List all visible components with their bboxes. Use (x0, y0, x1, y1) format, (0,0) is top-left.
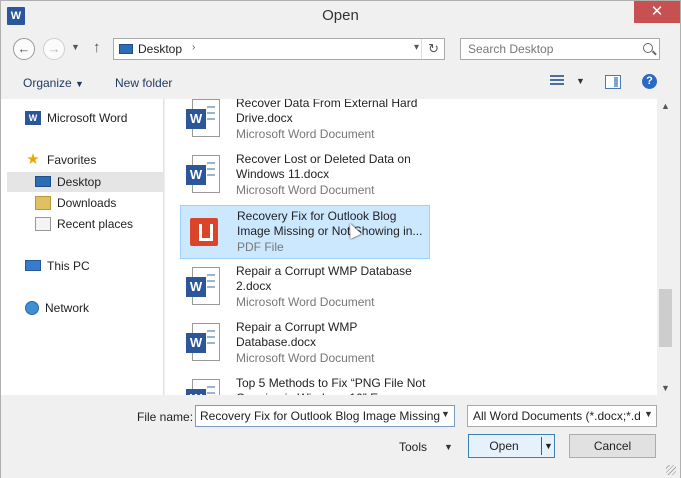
word-document-icon: W (186, 267, 222, 307)
nav-item-label: Network (45, 301, 90, 315)
address-separator (421, 39, 422, 59)
chevron-down-icon: ▼ (75, 79, 84, 89)
help-icon[interactable]: ? (642, 74, 657, 89)
desktop-icon (35, 176, 51, 188)
file-name: Repair a Corrupt WMP Database 2.docx (236, 264, 412, 293)
file-name: Recover Lost or Deleted Data on Windows … (236, 152, 411, 181)
cancel-button[interactable]: Cancel (569, 434, 656, 458)
scroll-down-icon[interactable]: ▼ (661, 383, 670, 393)
word-icon: W (25, 110, 41, 125)
change-view-icon[interactable] (550, 75, 564, 89)
address-bar[interactable]: Desktop › ▾ ↻ (113, 38, 445, 60)
search-input[interactable]: Search Desktop (468, 42, 553, 56)
command-bar: Organize ▼ New folder ▼ ? (1, 67, 680, 99)
view-options-chevron-icon[interactable]: ▼ (576, 76, 585, 86)
title-bar: W Open ✕ (1, 1, 680, 31)
pdf-file-icon (187, 212, 223, 252)
tools-chevron-icon[interactable]: ▼ (444, 442, 453, 452)
nav-item-microsoft-word[interactable]: W Microsoft Word (25, 109, 127, 127)
file-item[interactable]: W Recover Lost or Deleted Data on Window… (180, 149, 430, 203)
file-type: Microsoft Word Document (236, 183, 375, 197)
nav-item-downloads[interactable]: Downloads (35, 194, 116, 212)
open-button[interactable]: Open ▼ (468, 434, 555, 458)
nav-item-label: This PC (47, 259, 90, 273)
nav-item-label: Microsoft Word (47, 111, 128, 125)
address-location[interactable]: Desktop (138, 42, 182, 56)
file-name: Repair a Corrupt WMP Database.docx (236, 320, 358, 349)
chevron-right-icon[interactable]: › (192, 42, 195, 53)
word-document-icon: W (186, 155, 222, 195)
word-document-icon: W (186, 379, 222, 395)
file-name: Recovery Fix for Outlook Blog Image Miss… (237, 209, 423, 238)
address-dropdown-icon[interactable]: ▾ (414, 42, 419, 53)
vertical-scrollbar[interactable]: ▲ ▼ (657, 99, 674, 395)
recent-places-icon (35, 216, 51, 231)
preview-pane-icon[interactable] (605, 75, 621, 89)
downloads-icon (35, 195, 51, 210)
file-item[interactable]: W Recover Data From External Hard Drive.… (180, 99, 430, 147)
file-type: Microsoft Word Document (236, 127, 375, 141)
close-button[interactable]: ✕ (634, 1, 680, 23)
refresh-icon[interactable]: ↻ (428, 41, 439, 57)
star-icon: ★ (26, 150, 40, 168)
organize-button[interactable]: Organize ▼ (23, 76, 84, 90)
file-type: Microsoft Word Document (236, 295, 375, 309)
file-list: W Recover Data From External Hard Drive.… (165, 99, 657, 395)
nav-item-this-pc[interactable]: This PC (25, 257, 90, 275)
nav-item-favorites[interactable]: ★ Favorites (25, 151, 96, 169)
back-button[interactable]: ← (13, 38, 35, 60)
bottom-panel: File name: Recovery Fix for Outlook Blog… (1, 395, 680, 478)
new-folder-button[interactable]: New folder (115, 76, 172, 90)
open-button-divider (541, 437, 542, 455)
open-button-label: Open (489, 439, 519, 453)
file-type: PDF File (237, 240, 284, 254)
resize-grip[interactable] (666, 465, 676, 475)
file-name: Recover Data From External Hard Drive.do… (236, 99, 418, 125)
open-options-chevron-icon[interactable]: ▼ (544, 435, 553, 457)
file-type-select[interactable]: All Word Documents (*.docx;*.d (467, 405, 657, 427)
address-row: ← → ▼ ↑ Desktop › ▾ ↻ Search Desktop (1, 33, 680, 65)
recent-locations-chevron-icon[interactable]: ▼ (71, 42, 80, 52)
nav-item-recent-places[interactable]: Recent places (35, 215, 133, 233)
word-document-icon: W (186, 99, 222, 139)
file-name: Top 5 Methods to Fix “PNG File Not Openi… (236, 376, 426, 395)
file-item[interactable]: W Top 5 Methods to Fix “PNG File Not Ope… (180, 373, 430, 395)
nav-item-label: Downloads (57, 196, 117, 210)
file-item-selected[interactable]: Recovery Fix for Outlook Blog Image Miss… (180, 205, 430, 259)
file-type: Microsoft Word Document (236, 351, 375, 365)
file-name-dropdown-icon[interactable]: ▼ (441, 409, 450, 419)
nav-item-label: Desktop (57, 175, 102, 189)
organize-label: Organize (23, 76, 72, 90)
file-name-input[interactable]: Recovery Fix for Outlook Blog Image Miss… (195, 405, 455, 427)
scroll-up-icon[interactable]: ▲ (661, 101, 670, 111)
forward-button[interactable]: → (43, 38, 65, 60)
window-title: Open (322, 7, 359, 24)
scrollbar-thumb[interactable] (659, 289, 672, 347)
navigation-pane: W Microsoft Word ★ Favorites Desktop Downl… (1, 99, 164, 395)
pc-icon (25, 260, 41, 272)
word-document-icon: W (186, 323, 222, 363)
open-dialog: W Open ✕ ← → ▼ ↑ Desktop › ▾ ↻ Search De… (0, 0, 681, 478)
up-arrow-icon[interactable]: ↑ (93, 39, 101, 56)
tools-button[interactable]: Tools (399, 440, 427, 454)
file-item[interactable]: W Repair a Corrupt WMP Database.docx Mic… (180, 317, 430, 371)
desktop-icon (119, 44, 133, 54)
nav-item-label: Recent places (57, 217, 134, 231)
nav-item-label: Favorites (47, 153, 97, 167)
file-name-label: File name: (137, 410, 194, 424)
file-item[interactable]: W Repair a Corrupt WMP Database 2.docx M… (180, 261, 430, 315)
search-box[interactable]: Search Desktop (460, 38, 660, 60)
search-icon[interactable] (643, 43, 653, 53)
network-icon (25, 300, 39, 315)
nav-item-network[interactable]: Network (25, 299, 89, 317)
nav-item-desktop[interactable]: Desktop (35, 173, 101, 191)
file-type-dropdown-icon[interactable]: ▼ (644, 409, 653, 419)
